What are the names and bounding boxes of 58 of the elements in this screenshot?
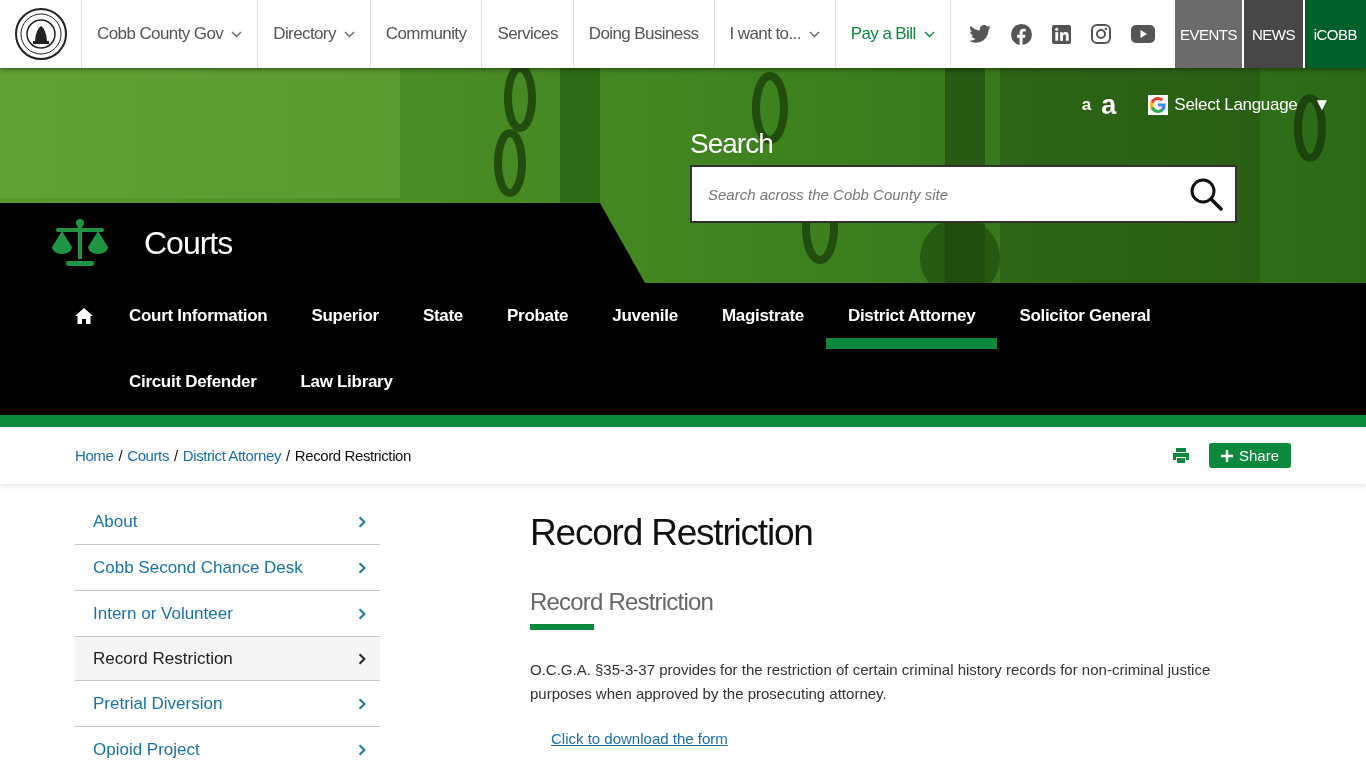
sidebar-link[interactable]: About [75, 499, 380, 545]
chevron-icon [356, 607, 368, 620]
breadcrumb-link[interactable]: District Attorney [182, 447, 281, 464]
sidebar-link[interactable]: Record Restriction [75, 637, 380, 681]
decrease-text-size-button[interactable]: a [1081, 95, 1092, 115]
department-title: Courts [144, 224, 233, 262]
language-select[interactable]: Select Language ▼ [1148, 95, 1330, 115]
section-tab[interactable]: District Attorney [825, 283, 998, 349]
sidebar-link[interactable]: Cobb Second Chance Desk [75, 545, 380, 591]
header-button[interactable]: EVENTS [1174, 0, 1243, 68]
section-tab[interactable]: Magistrate [699, 283, 826, 349]
breadcrumb-separator: / [174, 447, 178, 464]
search-field[interactable]: Search across the Cobb County site [690, 165, 1237, 223]
breadcrumb-separator: / [118, 447, 123, 464]
sidebar-link[interactable]: Pretrial Diversion [75, 681, 380, 727]
seal-icon[interactable] [13, 7, 68, 61]
chevron-icon [356, 697, 368, 710]
chevron-icon [356, 652, 368, 665]
breadcrumb-link[interactable]: Home [75, 447, 114, 464]
section-tab[interactable]: Probate [485, 283, 591, 349]
section-tab[interactable]: Superior [289, 283, 401, 349]
chevron-icon [356, 515, 368, 528]
caret-icon [808, 30, 820, 38]
share-button[interactable]: Share [1208, 443, 1291, 468]
print-icon[interactable] [1172, 448, 1189, 463]
section-tab[interactable]: Juvenile [590, 283, 700, 349]
caret-icon [923, 30, 935, 38]
search-icon[interactable] [1189, 177, 1223, 211]
chevron-icon [356, 743, 368, 756]
youtube-icon[interactable] [1130, 25, 1155, 43]
section-tab[interactable]: Law Library [278, 349, 415, 415]
google-icon [1148, 95, 1169, 115]
breadcrumb-separator: / [286, 447, 290, 464]
caret-icon [231, 30, 243, 38]
page-title: Record Restriction [530, 512, 814, 554]
sidebar-link[interactable]: Opioid Project [75, 727, 380, 768]
facebook-icon[interactable] [1010, 23, 1032, 45]
breadcrumb-link[interactable]: Courts [127, 447, 169, 464]
section-tab[interactable]: State [400, 283, 486, 349]
plus-icon [1220, 449, 1233, 462]
section-tab[interactable]: Circuit Defender [107, 349, 279, 415]
linkedin-icon[interactable] [1051, 24, 1071, 44]
search-label: Search [690, 128, 774, 160]
breadcrumb-current: Record Restriction [294, 447, 411, 464]
chevron-icon [356, 561, 368, 574]
section-tab[interactable]: Court Information [107, 283, 290, 349]
increase-text-size-button[interactable]: a [1101, 89, 1117, 121]
header-button[interactable]: iCOBB [1304, 0, 1366, 68]
instagram-icon[interactable] [1090, 24, 1111, 44]
caret-icon [343, 30, 355, 38]
header-button[interactable]: NEWS [1244, 0, 1303, 68]
section-tab[interactable]: Solicitor General [997, 283, 1173, 349]
scales-icon [50, 219, 110, 267]
twitter-bird-icon[interactable] [968, 25, 991, 43]
download-link[interactable]: Click to download the form [551, 730, 728, 747]
home-icon[interactable] [75, 308, 93, 324]
body-paragraph: O.C.G.A. §35-3-37 provides for the restriction of certain criminal history records for non-criminal justice purposes when approved by the prosecuting attorney. [530, 660, 1212, 704]
section-heading: Record Restriction [530, 588, 713, 616]
